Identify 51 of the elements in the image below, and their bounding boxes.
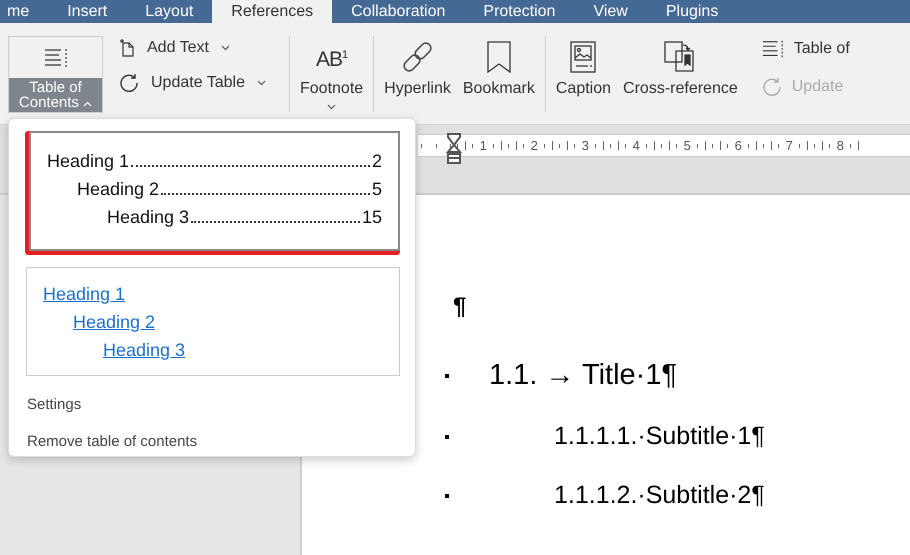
link-icon [402, 41, 434, 73]
toc-style-option[interactable]: Heading 1 2 Heading 2 5 Heading 3 15 [25, 131, 400, 255]
image-caption-icon [570, 41, 596, 73]
ribbon-tab[interactable]: Protection [464, 0, 574, 23]
caret-down-icon [257, 80, 266, 86]
list-item: 1.1.1.1.·Subtitle·1¶ [554, 422, 765, 451]
toolbar-button[interactable]: Caption [550, 36, 618, 98]
page-number: 2 [372, 150, 382, 173]
page-number: 15 [362, 206, 382, 229]
bullet-icon [445, 494, 449, 498]
list-item: 1.1. → Title·1¶ [489, 359, 678, 392]
page-plus-icon [119, 39, 135, 57]
bullet-icon [445, 374, 449, 378]
ribbon-tab[interactable]: Plugins [646, 0, 738, 23]
toolbar-button[interactable]: Add Text [117, 39, 285, 57]
ribbon-tab[interactable]: References [212, 0, 332, 23]
menu-item[interactable]: Remove table of contents [25, 433, 198, 450]
toc-heading: Heading 2 [77, 178, 160, 201]
list-item: 1.1.1.2.·Subtitle·2¶ [554, 481, 765, 510]
paragraph-mark: ¶ [453, 295, 466, 319]
toc-link: Heading 2 [73, 311, 156, 334]
toc-heading: Heading 1 [47, 150, 130, 173]
bookmark-icon [486, 41, 511, 73]
caret-up-icon [83, 101, 92, 107]
indent-marker-icon [446, 133, 462, 165]
ribbon-tab[interactable]: Insert [48, 0, 126, 23]
toolbar-button[interactable]: Hyperlink [378, 36, 457, 98]
toolbar-button[interactable]: AB$^{1}$ Footnote [294, 36, 370, 110]
cross-reference-icon [664, 41, 696, 73]
ribbon-tab[interactable]: View [574, 0, 647, 23]
ribbon-tab[interactable]: Collaboration [332, 0, 464, 23]
ribbon-tab[interactable]: Layout [126, 0, 212, 23]
page-number: 5 [372, 178, 382, 201]
menu-item[interactable]: Settings [25, 396, 82, 413]
toc-icon [762, 39, 784, 59]
toc-style-option[interactable]: Heading 1 Heading 2 Heading 3 [26, 267, 400, 376]
toc-link: Heading 1 [43, 283, 126, 306]
refresh-icon [762, 77, 782, 97]
toolbar-button[interactable]: Bookmark [456, 36, 541, 98]
toolbar-button[interactable]: Cross-reference [617, 36, 744, 98]
toc-link: Heading 3 [103, 339, 186, 362]
ribbon-tab[interactable]: me [0, 0, 48, 23]
caret-down-icon [220, 45, 230, 51]
toc-icon [44, 48, 68, 68]
footnote-icon: AB$^{1}$ [316, 44, 348, 70]
refresh-icon [119, 73, 139, 93]
toolbar-button[interactable]: Table of [762, 39, 850, 59]
bullet-icon [445, 434, 449, 438]
toolbar-button[interactable]: Update Table [117, 73, 285, 93]
table-of-contents-button[interactable]: Table of Contents [8, 36, 103, 113]
toc-heading: Heading 3 [107, 206, 190, 229]
